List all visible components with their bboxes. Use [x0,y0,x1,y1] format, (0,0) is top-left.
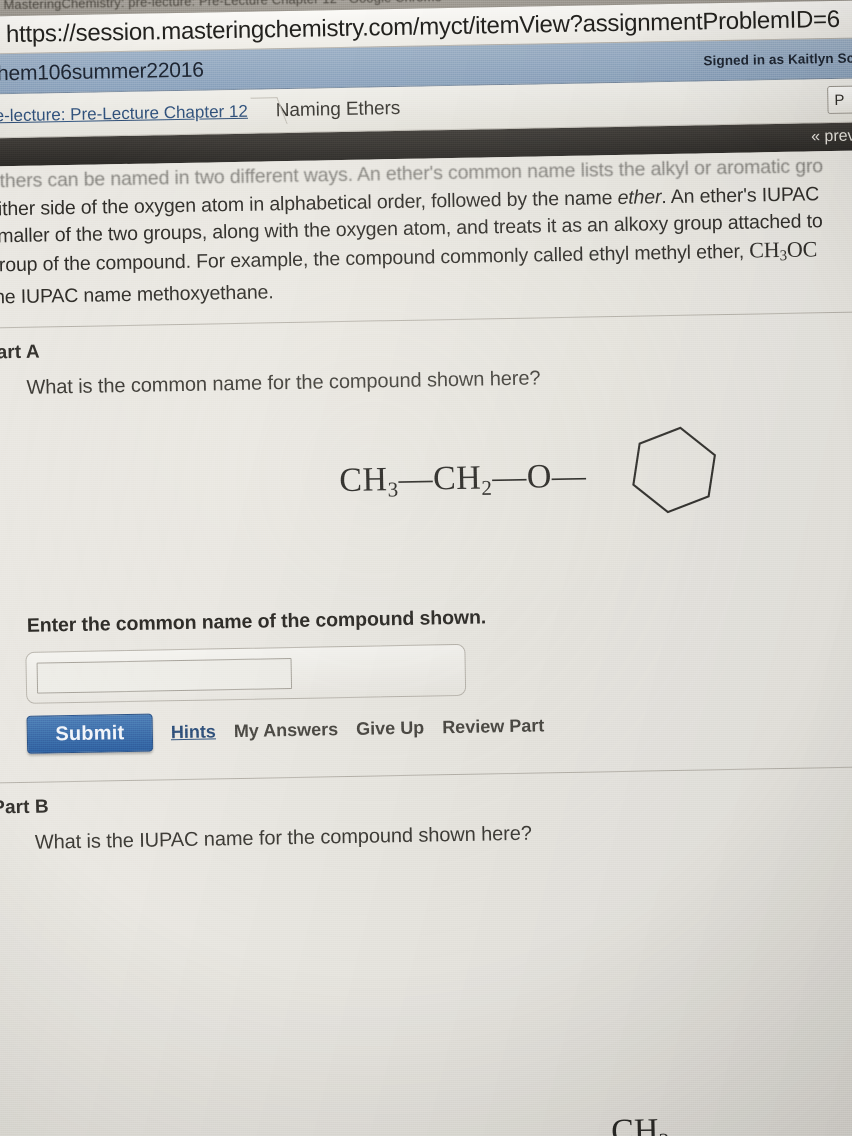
hints-link[interactable]: Hints [171,721,216,743]
intro-inline-formula: CH3OC [749,236,818,265]
intro-emphasis-ether: ether [617,186,662,209]
part-b-structure: CH3 CH2 [610,1112,672,1136]
breadcrumb-parent-link[interactable]: pre-lecture: Pre-Lecture Chapter 12 [0,101,248,126]
give-up-link[interactable]: Give Up [356,717,424,739]
course-name: chem106summer22016 [0,58,204,85]
part-a-answer-input[interactable] [36,658,293,694]
part-a-answer-prompt: Enter the common name of the compound sh… [26,606,487,638]
breadcrumb-separator-icon [247,89,276,133]
breadcrumb-current: Naming Ethers [275,97,401,121]
part-b-group-1: CH3 [610,1112,670,1136]
part-a-formula-text: CH3—CH2—O— [338,457,587,502]
my-answers-link[interactable]: My Answers [234,719,339,742]
review-part-link[interactable]: Review Part [442,715,544,738]
part-a-actions: Submit Hints My Answers Give Up Review P… [26,700,852,755]
photograph-of-screen: MasteringChemistry: pre-lecture: Pre-Lec… [0,0,852,1136]
page-content: Ethers can be named in two different way… [0,150,852,1136]
part-a-answer-container [25,644,467,705]
intro-line-1b: . An ether's IUPAC [661,183,820,209]
browser-window: MasteringChemistry: pre-lecture: Pre-Lec… [0,0,852,1136]
breadcrumb-right-button[interactable]: P [827,85,852,115]
signed-in-label: Signed in as Kaitlyn Sch [703,50,852,69]
previous-item-link[interactable]: « previo [811,127,852,146]
cyclohexane-ring-icon [632,426,716,514]
submit-button[interactable]: Submit [26,713,154,755]
intro-paragraph: Ethers can be named in two different way… [0,150,852,312]
part-a-structure: CH3—CH2—O— [0,394,852,585]
